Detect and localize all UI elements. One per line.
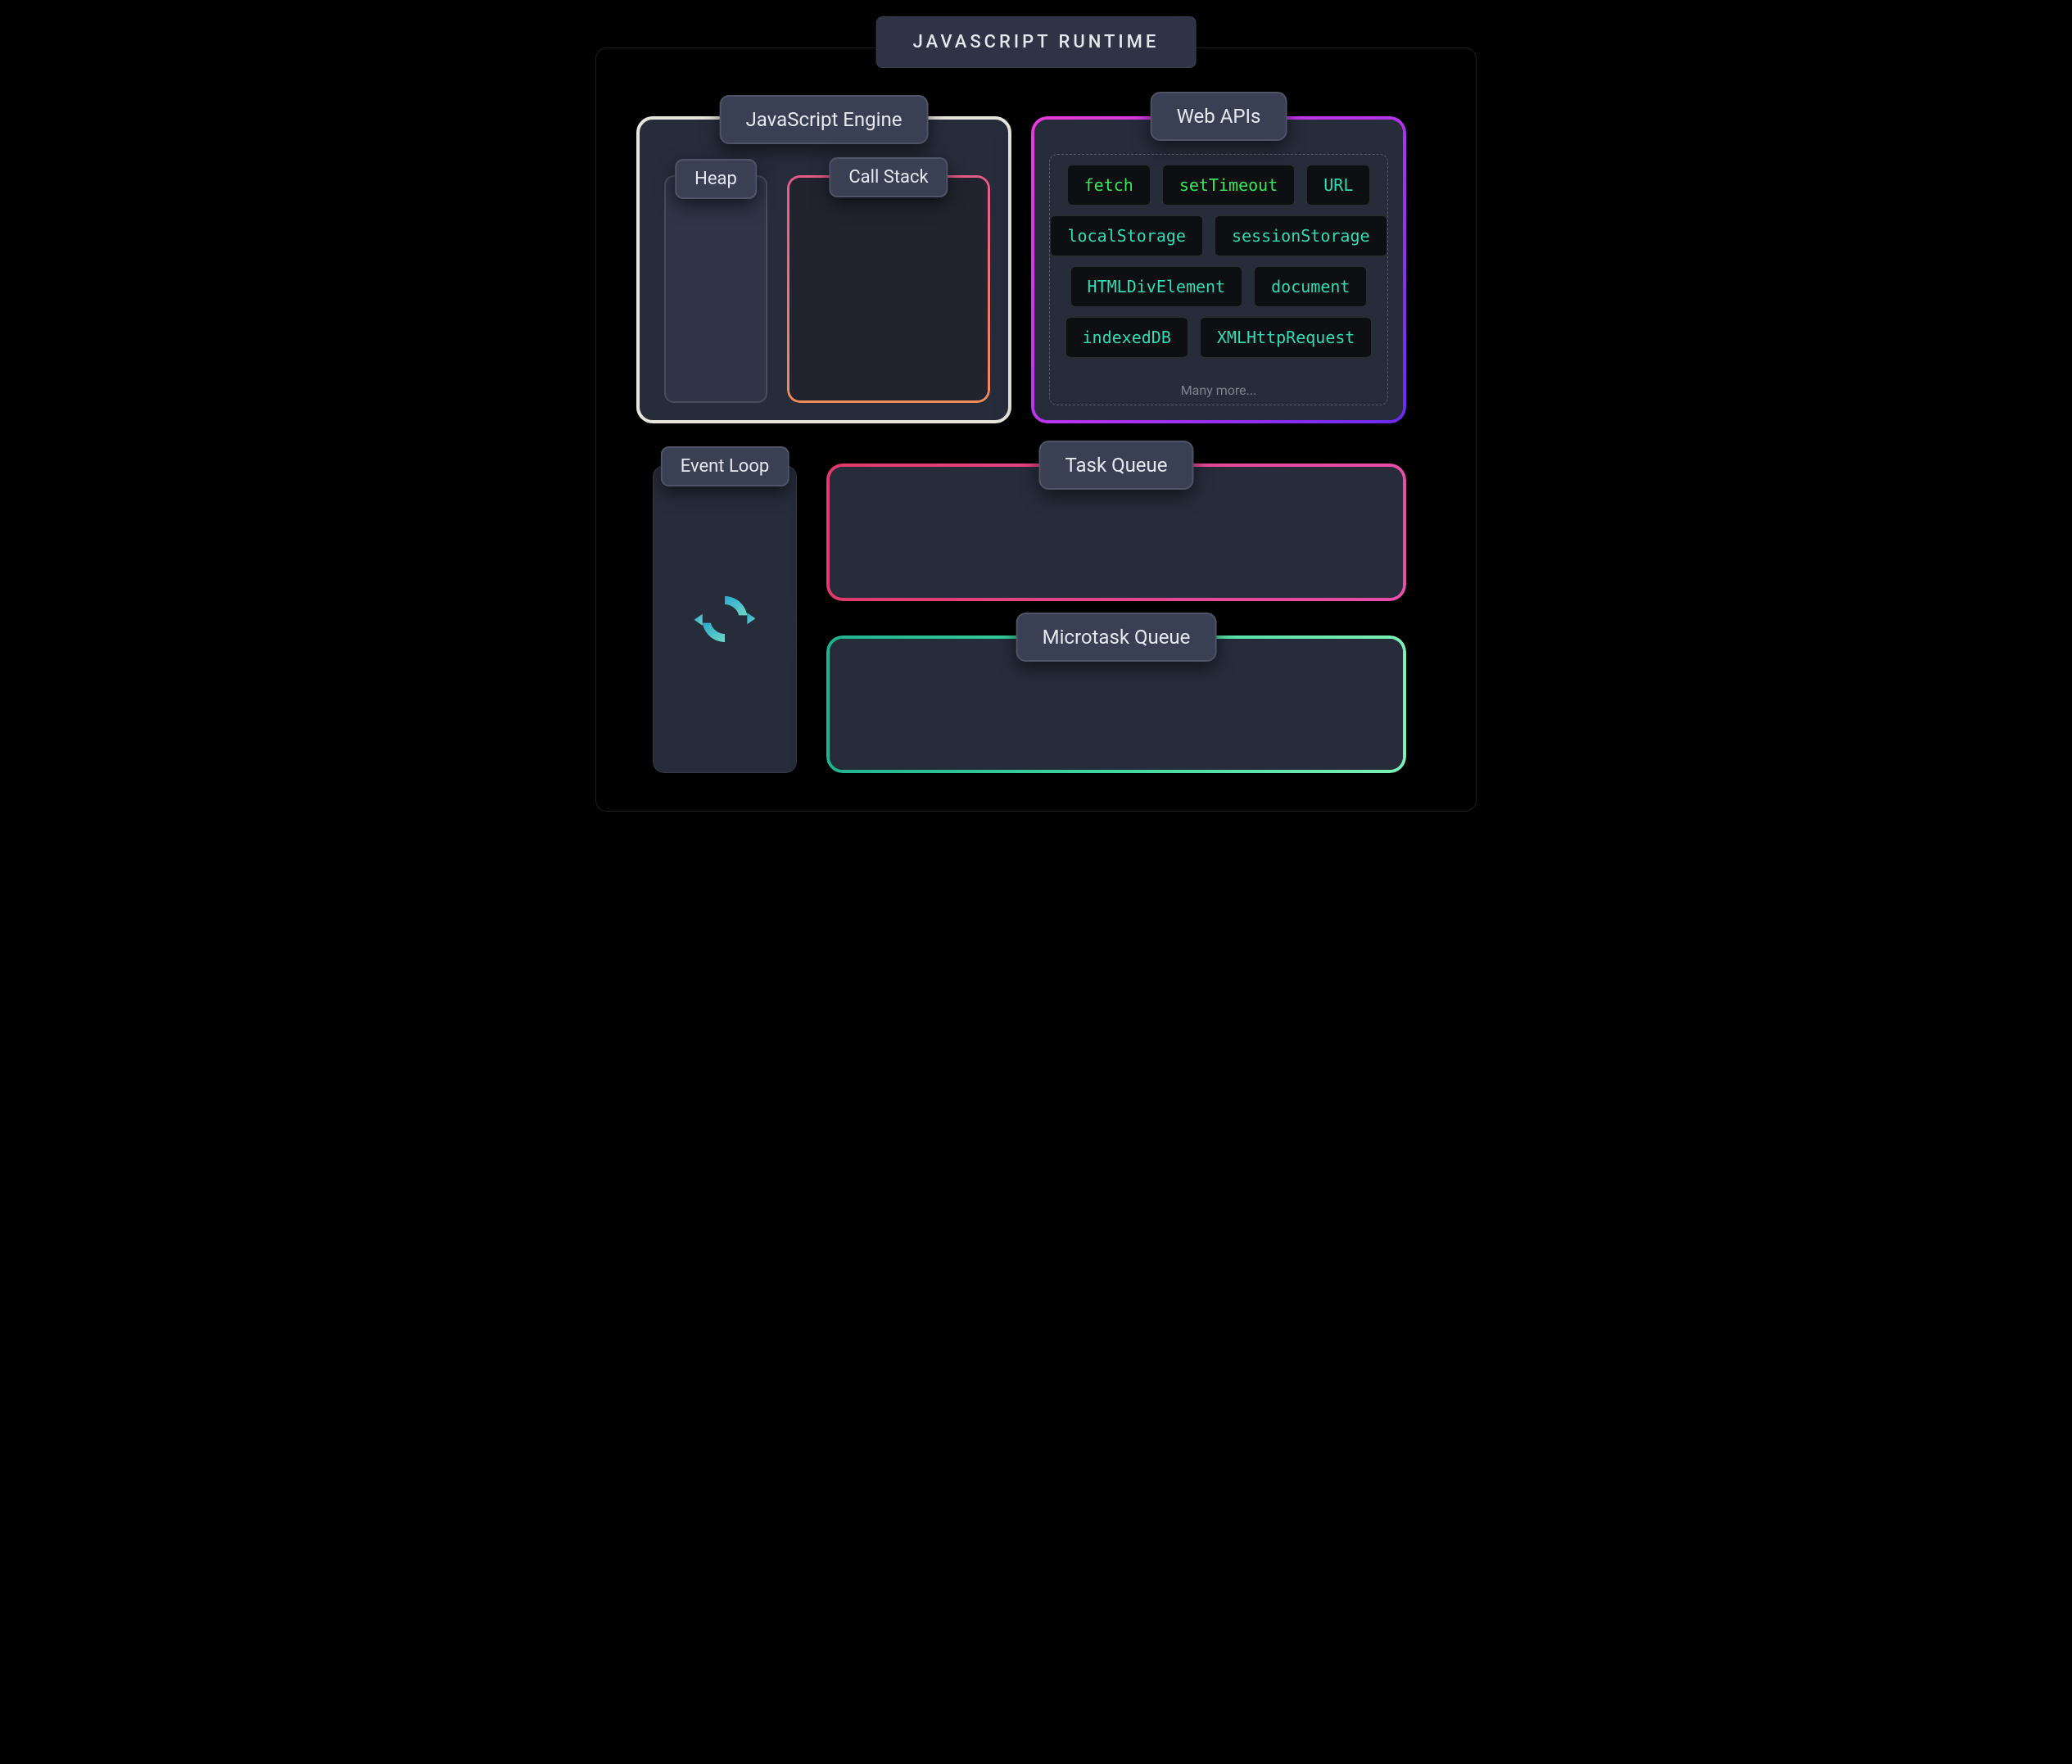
event-loop-label: Event Loop bbox=[661, 446, 789, 486]
api-chip-localstorage: localStorage bbox=[1050, 215, 1203, 256]
runtime-title: JAVASCRIPT RUNTIME bbox=[876, 16, 1197, 68]
diagram-root: JAVASCRIPT RUNTIME JavaScript Engine Hea… bbox=[545, 0, 1527, 836]
task-queue-panel: Task Queue bbox=[826, 464, 1406, 601]
event-loop-panel: Event Loop bbox=[653, 465, 797, 773]
api-chip-sessionstorage: sessionStorage bbox=[1215, 215, 1387, 256]
api-chip-fetch: fetch bbox=[1067, 165, 1151, 206]
api-chip-settimeout: setTimeout bbox=[1162, 165, 1295, 206]
api-row: HTMLDivElement document bbox=[1060, 266, 1378, 307]
js-engine-panel: JavaScript Engine Heap Call Stack bbox=[636, 116, 1011, 423]
microtask-queue-panel: Microtask Queue bbox=[826, 635, 1406, 773]
api-chip-htmldivelement: HTMLDivElement bbox=[1070, 266, 1243, 307]
task-queue-label: Task Queue bbox=[1039, 441, 1194, 490]
api-chip-url: URL bbox=[1306, 165, 1370, 206]
microtask-queue-label: Microtask Queue bbox=[1016, 613, 1217, 662]
api-chip-xmlhttprequest: XMLHttpRequest bbox=[1200, 317, 1373, 358]
heap-label: Heap bbox=[675, 159, 757, 199]
call-stack-box: Call Stack bbox=[787, 175, 990, 403]
api-more-label: Many more... bbox=[1060, 382, 1378, 401]
refresh-loop-icon bbox=[693, 587, 757, 651]
heap-box: Heap bbox=[664, 175, 767, 403]
call-stack-label: Call Stack bbox=[829, 157, 948, 197]
api-chip-document: document bbox=[1254, 266, 1367, 307]
api-row: localStorage sessionStorage bbox=[1060, 215, 1378, 256]
web-apis-panel: fetch setTimeout URL localStorage sessio… bbox=[1031, 116, 1406, 423]
api-row: fetch setTimeout URL bbox=[1060, 165, 1378, 206]
web-apis-list: fetch setTimeout URL localStorage sessio… bbox=[1049, 154, 1388, 405]
api-row: indexedDB XMLHttpRequest bbox=[1060, 317, 1378, 358]
call-stack-inner bbox=[789, 178, 988, 400]
api-chip-indexeddb: indexedDB bbox=[1065, 317, 1188, 358]
web-apis-label: Web APIs bbox=[1151, 92, 1287, 141]
js-engine-label: JavaScript Engine bbox=[720, 95, 929, 144]
web-apis-inner: fetch setTimeout URL localStorage sessio… bbox=[1034, 120, 1403, 420]
